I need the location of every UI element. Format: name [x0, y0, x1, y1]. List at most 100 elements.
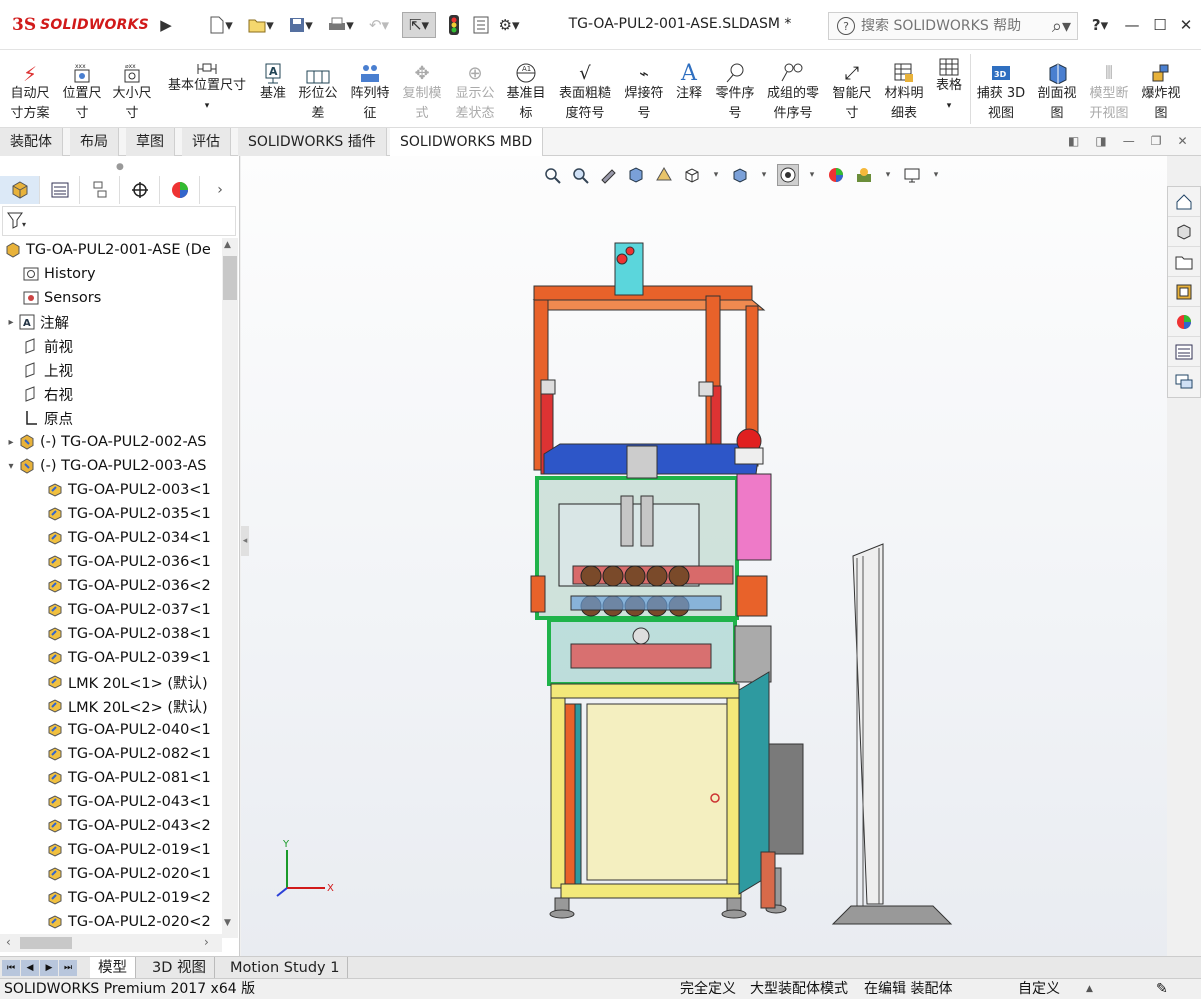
tree-item-sensors[interactable]: Sensors — [22, 286, 101, 310]
rebuild-traffic-light-icon[interactable] — [444, 12, 464, 38]
tree-item-origin[interactable]: 原点 — [22, 406, 73, 430]
tree-vertical-scrollbar[interactable] — [222, 238, 238, 938]
tab-layout[interactable]: 布局 — [70, 128, 119, 156]
tree-item-subassembly[interactable]: ▾ (-) TG-OA-PUL2-003-AS — [4, 454, 206, 478]
exploded-view-button[interactable]: 爆炸视图 — [1136, 54, 1186, 124]
expand-menu-icon[interactable]: ▶ — [158, 12, 174, 38]
tab-sketch[interactable]: 草图 — [126, 128, 175, 156]
stacked-balloon-button[interactable]: 成组的零 件序号 — [762, 54, 824, 124]
tree-item-annotations[interactable]: ▸ A 注解 — [4, 310, 69, 334]
tree-horizontal-scrollbar[interactable]: ‹ › — [0, 934, 222, 952]
tree-component[interactable]: TG-OA-PUL2-039<1 — [46, 646, 211, 670]
undo-icon[interactable]: ↶▾ — [364, 12, 394, 38]
tree-component[interactable]: TG-OA-PUL2-034<1 — [46, 526, 211, 550]
configuration-manager-tab[interactable] — [80, 176, 120, 204]
tab-solidworks-addins[interactable]: SOLIDWORKS 插件 — [238, 128, 387, 156]
tree-component[interactable]: TG-OA-PUL2-043<2 — [46, 814, 211, 838]
copy-scheme-button[interactable]: ✥ 复制模式 — [398, 54, 446, 124]
tab-model[interactable]: 模型 — [90, 957, 136, 979]
tab-3d-view[interactable]: 3D 视图 — [144, 957, 215, 979]
design-library-icon[interactable] — [1168, 217, 1200, 247]
location-dimension-button[interactable]: xxx 位置尺寸 — [58, 54, 106, 124]
scroll-right-arrow-icon[interactable]: › — [204, 935, 209, 949]
property-manager-tab[interactable] — [40, 176, 80, 204]
collapse-arrow-icon[interactable]: ▾ — [4, 461, 18, 472]
tree-component[interactable]: TG-OA-PUL2-020<2 — [46, 910, 211, 934]
next-tab-arrow-icon[interactable]: ▶ — [40, 960, 58, 976]
save-icon[interactable]: ▾ — [286, 12, 316, 38]
first-tab-arrow-icon[interactable]: ⏮ — [2, 960, 20, 976]
section-view-button[interactable]: 剖面视图 — [1032, 54, 1082, 124]
note-button[interactable]: A 注释 — [670, 54, 708, 104]
tree-item-history[interactable]: History — [22, 262, 96, 286]
doc-restore-icon[interactable]: ❐ — [1151, 134, 1162, 148]
tree-component[interactable]: TG-OA-PUL2-037<1 — [46, 598, 211, 622]
help-button[interactable]: ? ▾ — [1086, 12, 1114, 38]
tree-item-right-plane[interactable]: 右视 — [22, 382, 73, 406]
basic-location-dimension-button[interactable]: 基本位置尺寸 ▾ — [162, 54, 252, 116]
auto-dimension-scheme-button[interactable]: ⚡ 自动尺 寸方案 — [4, 54, 56, 124]
tree-filter-box[interactable]: ▾ — [2, 206, 236, 236]
panel-more-arrow-icon[interactable]: › — [200, 176, 240, 204]
tile-left-icon[interactable]: ◧ — [1068, 134, 1079, 148]
forum-chat-icon[interactable] — [1168, 367, 1200, 397]
custom-properties-icon[interactable] — [1168, 337, 1200, 367]
tree-scroll-thumb[interactable] — [223, 256, 237, 300]
quick-tips-icon[interactable]: ✎ — [1156, 979, 1168, 999]
datum-button[interactable]: A 基准 — [254, 54, 292, 104]
tree-component[interactable]: LMK 20L<1> (默认) — [46, 670, 208, 694]
units-custom-status[interactable]: 自定义 — [1018, 979, 1060, 999]
units-dropdown-arrow-icon[interactable]: ▲ — [1086, 979, 1093, 999]
help-search-box[interactable]: ? ⌕▾ — [828, 12, 1078, 40]
doc-close-icon[interactable]: ✕ — [1177, 134, 1187, 148]
tree-component[interactable]: TG-OA-PUL2-081<1 — [46, 766, 211, 790]
assembly-model-render[interactable]: Y X — [241, 156, 1167, 956]
expand-arrow-icon[interactable]: ▸ — [4, 317, 18, 328]
size-dimension-button[interactable]: ⌀xx 大小尺寸 — [108, 54, 156, 124]
solidworks-resources-home-icon[interactable] — [1168, 187, 1200, 217]
file-properties-icon[interactable] — [470, 12, 492, 38]
display-manager-tab[interactable] — [160, 176, 200, 204]
scroll-left-arrow-icon[interactable]: ‹ — [6, 935, 11, 949]
panel-grip-icon[interactable]: ● — [116, 162, 124, 172]
new-document-icon[interactable]: ▾ — [206, 12, 236, 38]
surface-finish-button[interactable]: √ 表面粗糙 度符号 — [554, 54, 616, 124]
tree-component[interactable]: TG-OA-PUL2-082<1 — [46, 742, 211, 766]
close-button[interactable]: ✕ — [1174, 12, 1198, 38]
options-gear-icon[interactable]: ⚙▾ — [494, 12, 524, 38]
capture-3d-view-button[interactable]: 3D 捕获 3D 视图 — [974, 54, 1028, 124]
show-tolerance-status-button[interactable]: ⊕ 显示公 差状态 — [450, 54, 500, 124]
tab-solidworks-mbd[interactable]: SOLIDWORKS MBD — [390, 128, 544, 156]
tree-component[interactable]: TG-OA-PUL2-040<1 — [46, 718, 211, 742]
tree-component[interactable]: LMK 20L<2> (默认) — [46, 694, 208, 718]
tab-assembly[interactable]: 装配体 — [0, 128, 63, 156]
pattern-feature-button[interactable]: 阵列特征 — [346, 54, 394, 124]
last-tab-arrow-icon[interactable]: ⏭ — [59, 960, 77, 976]
tree-component[interactable]: TG-OA-PUL2-019<2 — [46, 886, 211, 910]
tree-component[interactable]: TG-OA-PUL2-036<1 — [46, 550, 211, 574]
tree-component[interactable]: TG-OA-PUL2-043<1 — [46, 790, 211, 814]
model-break-view-button[interactable]: ⫴ 模型断 开视图 — [1084, 54, 1134, 124]
scroll-up-arrow-icon[interactable]: ▲ — [224, 240, 231, 250]
tree-component[interactable]: TG-OA-PUL2-035<1 — [46, 502, 211, 526]
dimxpert-manager-tab[interactable] — [120, 176, 160, 204]
weld-symbol-button[interactable]: ⌁ 焊接符号 — [620, 54, 668, 124]
select-cursor-icon[interactable]: ⇱▾ — [402, 12, 436, 38]
solidworks-logo[interactable]: 3S SOLIDWORKS — [12, 14, 149, 36]
tree-component[interactable]: TG-OA-PUL2-036<2 — [46, 574, 211, 598]
horizontal-scroll-thumb[interactable] — [20, 937, 72, 949]
tree-item-front-plane[interactable]: 前视 — [22, 334, 73, 358]
maximize-button[interactable]: ☐ — [1148, 12, 1172, 38]
filter-funnel-icon[interactable]: ▾ — [7, 211, 27, 233]
view-palette-icon[interactable] — [1168, 277, 1200, 307]
open-document-icon[interactable]: ▾ — [246, 12, 276, 38]
feature-manager-tab[interactable] — [0, 176, 40, 204]
expand-arrow-icon[interactable]: ▸ — [4, 437, 18, 448]
file-explorer-icon[interactable] — [1168, 247, 1200, 277]
graphics-area[interactable]: ◂ ▾ ▾ ▾ ▾ ▾ Y X — [241, 156, 1167, 956]
bill-of-materials-button[interactable]: 材料明 细表 — [880, 54, 928, 124]
tree-component[interactable]: TG-OA-PUL2-020<1 — [46, 862, 211, 886]
tree-item-subassembly[interactable]: ▸ (-) TG-OA-PUL2-002-AS — [4, 430, 206, 454]
tree-component[interactable]: TG-OA-PUL2-003<1 — [46, 478, 211, 502]
tree-component[interactable]: TG-OA-PUL2-019<1 — [46, 838, 211, 862]
